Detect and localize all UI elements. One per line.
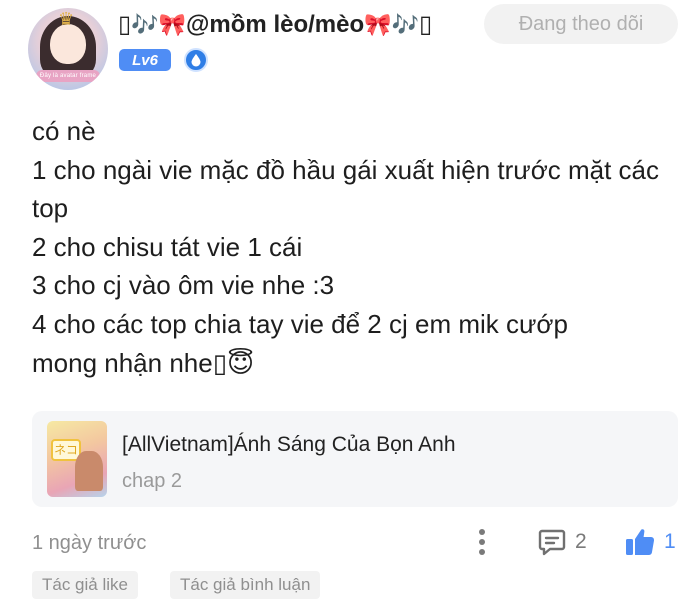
following-button[interactable]: Đang theo dõi [484, 4, 678, 44]
like-count: 1 [664, 530, 676, 553]
comment-bubble-icon [538, 529, 566, 556]
username-text: @mồm lèo/mèo [186, 11, 365, 38]
level-badge: Lv6 [119, 49, 171, 71]
avatar-face [50, 24, 86, 64]
username-suffix: ▯ [418, 11, 433, 38]
author-liked-tag: Tác giả like [32, 571, 138, 599]
comment-time: 1 ngày trước [32, 532, 147, 554]
comment-line: 2 cho chisu tát vie 1 cái [32, 231, 303, 262]
thumbs-up-icon [626, 529, 655, 555]
username-prefix: ▯ [118, 11, 132, 38]
story-chapter[interactable]: chap 2 [122, 470, 182, 493]
like-button[interactable]: 1 [624, 526, 676, 558]
comment-line: mong nhận nhe▯😇 [32, 344, 672, 383]
halo-smile-emoji-icon: 😇 [227, 347, 255, 378]
music-note-icon: 🎶 [131, 12, 159, 37]
more-dot [479, 529, 485, 535]
music-note-icon: 🎶 [391, 12, 419, 37]
avatar-frame-band: Đây là avatar frame [36, 70, 100, 82]
story-card[interactable]: ネコ [AllVietnam]Ánh Sáng Của Bọn Anh chap… [32, 411, 678, 507]
comment-line: 4 cho các top chia tay vie để 2 cj em mi… [32, 308, 568, 339]
comment-line-text: mong nhận nhe [32, 347, 213, 378]
avatar[interactable]: ♛ Đây là avatar frame [28, 8, 108, 90]
more-options-icon[interactable] [470, 527, 494, 557]
crown-icon: ♛ [58, 9, 75, 29]
comment-line-glyph: ▯ [212, 347, 228, 378]
more-dot [479, 539, 485, 545]
story-title[interactable]: [AllVietnam]Ánh Sáng Của Bọn Anh [122, 433, 456, 457]
comment-body: có nè 1 cho ngài vie mặc đồ hầu gái xuất… [32, 112, 672, 382]
comment-line: có nè [32, 116, 96, 146]
author-replied-tag: Tác giả bình luận [170, 571, 321, 599]
username[interactable]: ▯🎶🎀@mồm lèo/mèo🎀🎶▯ [118, 12, 432, 38]
comment-line: 1 cho ngài vie mặc đồ hầu gái xuất hiện … [32, 154, 660, 224]
ribbon-icon: 🎀 [364, 12, 392, 37]
reply-button[interactable]: 2 [537, 526, 587, 558]
comment-header: ♛ Đây là avatar frame ▯🎶🎀@mồm lèo/mèo🎀🎶▯… [0, 0, 694, 100]
story-cover[interactable]: ネコ [47, 421, 107, 497]
droplet-badge-icon [184, 48, 208, 72]
comment-line: 3 cho cj vào ôm vie nhe :3 [32, 270, 335, 301]
more-dot [479, 549, 485, 555]
reply-count: 2 [575, 530, 587, 553]
ribbon-icon: 🎀 [158, 12, 187, 37]
cover-figure [75, 451, 103, 491]
